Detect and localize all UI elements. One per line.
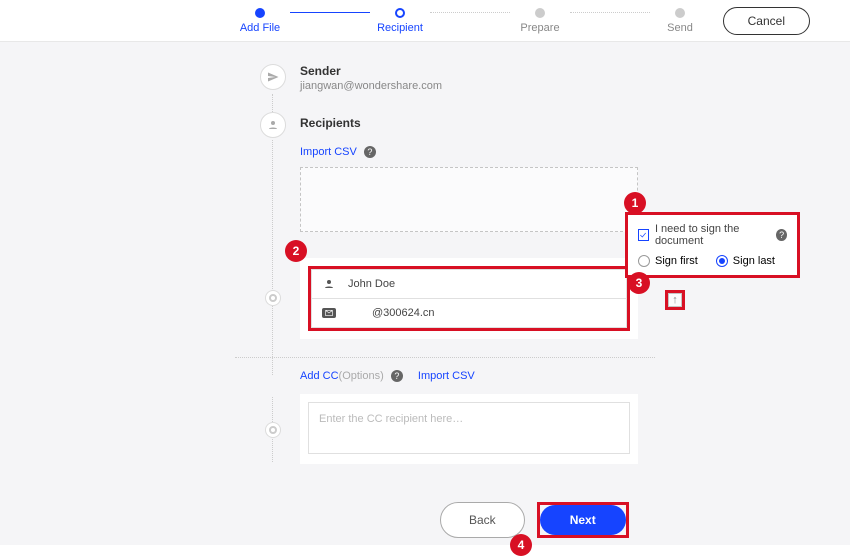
- step-label: Send: [667, 22, 693, 34]
- step-connector: [570, 12, 650, 13]
- horizontal-divider: [235, 357, 655, 358]
- header-bar: Add File Recipient Prepare Send Cancel: [0, 0, 850, 42]
- csv-dropzone[interactable]: [300, 167, 638, 232]
- recipient-order-node: [265, 290, 281, 306]
- sign-order-row: Sign first Sign last: [638, 255, 787, 267]
- recipients-title: Recipients: [300, 116, 361, 130]
- envelope-icon: [322, 308, 336, 318]
- add-cc-row: Add CC(Options) ? Import CSV: [300, 370, 475, 382]
- step-dot-icon: [255, 8, 265, 18]
- annotation-1: 1: [624, 192, 646, 214]
- cc-order-node: [265, 422, 281, 438]
- recipient-name-field[interactable]: John Doe: [311, 269, 627, 298]
- sender-title: Sender: [300, 64, 442, 78]
- step-connector: [430, 12, 510, 13]
- sign-last-option[interactable]: Sign last: [716, 255, 775, 267]
- ring-icon: [269, 426, 277, 434]
- next-button[interactable]: Next: [540, 505, 626, 535]
- next-button-highlight: Next: [537, 502, 629, 538]
- sign-first-label: Sign first: [655, 255, 698, 267]
- sign-last-label: Sign last: [733, 255, 775, 267]
- annotation-2: 2: [285, 240, 307, 262]
- cc-import-csv-link[interactable]: Import CSV: [418, 370, 475, 382]
- help-icon[interactable]: ?: [391, 370, 403, 382]
- move-up-button[interactable]: ↑: [665, 290, 685, 310]
- step-label: Add File: [240, 22, 280, 34]
- step-prepare[interactable]: Prepare: [510, 8, 570, 34]
- radio-icon: [716, 255, 728, 267]
- ring-icon: [269, 294, 277, 302]
- nav-buttons: Back Next: [440, 502, 629, 538]
- sender-email: jiangwan@wondershare.com: [300, 80, 442, 92]
- recipient-email-value: @300624.cn: [372, 307, 435, 319]
- recipients-node-icon: [260, 112, 286, 138]
- back-button[interactable]: Back: [440, 502, 525, 538]
- step-connector: [290, 12, 370, 13]
- person-icon: [267, 119, 279, 131]
- need-sign-row[interactable]: I need to sign the document ?: [638, 223, 787, 247]
- step-send[interactable]: Send: [650, 8, 710, 34]
- sender-section: Sender jiangwan@wondershare.com: [300, 64, 442, 92]
- need-sign-checkbox[interactable]: [638, 229, 649, 241]
- help-icon[interactable]: ?: [364, 146, 376, 158]
- person-icon: [322, 278, 336, 290]
- recipient-name-value: John Doe: [348, 278, 395, 290]
- add-cc-link[interactable]: Add CC: [300, 370, 339, 382]
- step-dot-icon: [395, 8, 405, 18]
- annotation-3: 3: [628, 272, 650, 294]
- step-recipient[interactable]: Recipient: [370, 8, 430, 34]
- step-add-file[interactable]: Add File: [230, 8, 290, 34]
- step-label: Recipient: [377, 22, 423, 34]
- content-area: 1 4 2 3 Sender jiangwan@wondershare.com …: [0, 42, 850, 545]
- cc-card: Enter the CC recipient here…: [300, 394, 638, 464]
- step-label: Prepare: [520, 22, 559, 34]
- vertical-connector: [272, 140, 273, 375]
- import-csv-link[interactable]: Import CSV: [300, 146, 357, 158]
- recipient-timeline: 2 3 Sender jiangwan@wondershare.com Reci…: [260, 62, 660, 545]
- sign-options-panel: I need to sign the document ? Sign first…: [625, 212, 800, 278]
- sign-first-option[interactable]: Sign first: [638, 255, 698, 267]
- import-csv-row: Import CSV ?: [300, 146, 376, 158]
- progress-stepper: Add File Recipient Prepare Send: [230, 8, 710, 34]
- recipient-fields-highlight: John Doe @300624.cn: [308, 266, 630, 331]
- recipient-email-field[interactable]: @300624.cn: [311, 298, 627, 328]
- radio-icon: [638, 255, 650, 267]
- help-icon[interactable]: ?: [776, 229, 787, 241]
- cc-recipient-input[interactable]: Enter the CC recipient here…: [308, 402, 630, 454]
- paper-plane-icon: [267, 71, 279, 83]
- cc-options-label: (Options): [339, 370, 384, 382]
- arrow-up-icon: ↑: [668, 293, 682, 307]
- cancel-button[interactable]: Cancel: [723, 7, 810, 35]
- recipient-card: John Doe @300624.cn: [300, 258, 638, 339]
- check-icon: [639, 231, 647, 239]
- sender-node-icon: [260, 64, 286, 90]
- annotation-4: 4: [510, 534, 532, 556]
- step-dot-icon: [675, 8, 685, 18]
- need-sign-label: I need to sign the document: [655, 223, 776, 247]
- step-dot-icon: [535, 8, 545, 18]
